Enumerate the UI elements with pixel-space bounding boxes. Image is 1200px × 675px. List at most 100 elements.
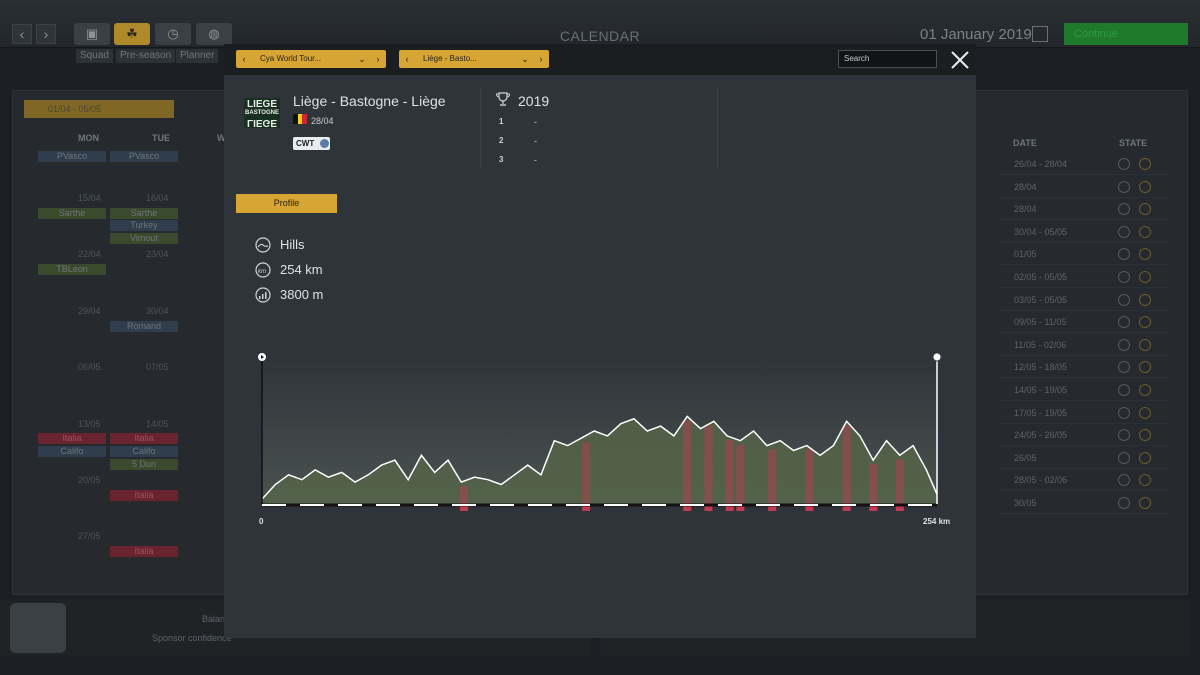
race-list-row[interactable]: 24/05 - 26/05	[1000, 424, 1170, 447]
race-list-row[interactable]: 14/05 - 19/05	[1000, 379, 1170, 401]
add-circle-icon[interactable]	[1139, 384, 1151, 396]
add-circle-icon[interactable]	[1139, 225, 1151, 238]
race-info-modal: ‹ Cya World Tour... ⌄ › ‹ Liège - Basto.…	[224, 44, 976, 638]
state-circle-icon[interactable]	[1118, 451, 1130, 464]
race-date-range: 02/05 - 05/05	[1014, 272, 1068, 282]
race-list-row[interactable]: 03/05 - 05/05	[1000, 289, 1170, 311]
race-chip[interactable]: Sarthe	[38, 208, 106, 219]
race-chip[interactable]: Italia	[110, 546, 178, 557]
race-list-row[interactable]: 01/05	[1000, 243, 1170, 266]
elevation-icon	[255, 287, 271, 303]
state-circle-icon[interactable]	[1118, 474, 1130, 487]
day-number: 27/05	[78, 531, 101, 541]
race-chip[interactable]: PVasco	[38, 151, 106, 162]
race-list-row[interactable]: 02/05 - 05/05	[1000, 266, 1170, 288]
race-chip[interactable]: Sarthe	[110, 208, 178, 219]
climb-marker	[895, 459, 904, 504]
stopwatch-icon[interactable]: ◷	[155, 23, 191, 45]
continue-button[interactable]: Continue	[1064, 23, 1188, 45]
add-circle-icon[interactable]	[1139, 451, 1151, 464]
chevron-right-icon[interactable]: ›	[535, 50, 547, 68]
chevron-left-icon[interactable]: ‹	[238, 50, 250, 68]
race-list-row[interactable]: 11/05 - 02/06	[1000, 334, 1170, 356]
subtab-squad[interactable]: Squad	[76, 49, 113, 63]
podium-position: 1	[499, 117, 504, 126]
state-circle-icon[interactable]	[1118, 338, 1130, 351]
chevron-left-icon[interactable]: ‹	[401, 50, 413, 68]
climb-marker	[869, 464, 878, 504]
add-circle-icon[interactable]	[1139, 474, 1151, 487]
race-chip[interactable]: 5 Dun	[110, 459, 178, 470]
subtab-preseason[interactable]: Pre-season	[116, 49, 176, 63]
svg-text:km: km	[258, 269, 266, 275]
podium-position: 2	[499, 136, 504, 145]
state-circle-icon[interactable]	[1118, 271, 1130, 283]
chevron-right-icon[interactable]: ›	[372, 50, 384, 68]
race-list-row[interactable]: 12/05 - 18/05	[1000, 356, 1170, 379]
race-date-range: 26/05	[1014, 452, 1037, 463]
race-dropdown[interactable]: ‹ Liège - Basto... ⌄ ›	[399, 50, 549, 68]
add-circle-icon[interactable]	[1139, 248, 1151, 261]
race-chip[interactable]: Italia	[110, 433, 178, 444]
state-circle-icon[interactable]	[1118, 361, 1130, 374]
chevron-down-icon[interactable]: ⌄	[356, 50, 368, 68]
race-list-row[interactable]: 30/05	[1000, 492, 1170, 514]
tour-dropdown[interactable]: ‹ Cya World Tour... ⌄ ›	[236, 50, 386, 68]
race-list-row[interactable]: 28/05 - 02/06	[1000, 469, 1170, 492]
tab-profile[interactable]: Profile	[236, 194, 337, 213]
race-chip[interactable]: Italia	[38, 433, 106, 444]
state-circle-icon[interactable]	[1118, 158, 1130, 170]
race-chip[interactable]: Califo	[38, 446, 106, 457]
add-circle-icon[interactable]	[1139, 158, 1151, 170]
globe-icon[interactable]: ◍	[196, 23, 232, 45]
add-circle-icon[interactable]	[1139, 203, 1151, 216]
race-chip[interactable]: Turkey	[110, 220, 178, 231]
calendar-icon[interactable]	[1032, 26, 1048, 42]
race-list-row[interactable]: 26/04 - 28/04	[1000, 153, 1170, 175]
race-list-row[interactable]: 17/05 - 19/05	[1000, 402, 1170, 424]
add-circle-icon[interactable]	[1139, 316, 1151, 329]
state-circle-icon[interactable]	[1118, 248, 1130, 261]
state-circle-icon[interactable]	[1118, 384, 1130, 396]
team-icon[interactable]: ☘	[114, 23, 150, 45]
state-circle-icon[interactable]	[1118, 225, 1130, 238]
race-chip[interactable]: Vimout	[110, 233, 178, 244]
race-list-row[interactable]: 30/04 - 05/05	[1000, 221, 1170, 243]
add-circle-icon[interactable]	[1139, 271, 1151, 283]
race-chip[interactable]: Italia	[110, 490, 178, 501]
week-selector[interactable]: 01/04 - 05/05	[24, 100, 174, 118]
climb-marker	[842, 425, 851, 504]
close-icon[interactable]	[948, 48, 972, 72]
add-circle-icon[interactable]	[1139, 180, 1151, 193]
add-circle-icon[interactable]	[1139, 338, 1151, 351]
race-chip[interactable]: PVasco	[110, 151, 178, 162]
state-circle-icon[interactable]	[1118, 316, 1130, 329]
subtab-planner[interactable]: Planner	[176, 49, 219, 63]
balance-label: Balan	[202, 614, 226, 624]
divider	[717, 88, 718, 168]
state-circle-icon[interactable]	[1118, 497, 1130, 509]
back-arrow-icon[interactable]: ‹	[12, 24, 32, 44]
race-list-row[interactable]: 28/04	[1000, 176, 1170, 198]
race-list-row[interactable]: 26/05	[1000, 447, 1170, 469]
forward-arrow-icon[interactable]: ›	[36, 24, 56, 44]
add-circle-icon[interactable]	[1139, 293, 1151, 306]
add-circle-icon[interactable]	[1139, 361, 1151, 374]
chevron-down-icon[interactable]: ⌄	[519, 50, 531, 68]
state-circle-icon[interactable]	[1118, 203, 1130, 216]
state-circle-icon[interactable]	[1118, 429, 1130, 442]
race-chip[interactable]: TBLeon	[38, 264, 106, 275]
add-circle-icon[interactable]	[1139, 429, 1151, 442]
race-list-row[interactable]: 28/04	[1000, 198, 1170, 221]
add-circle-icon[interactable]	[1139, 497, 1151, 509]
briefcase-icon[interactable]: ▣	[74, 23, 110, 45]
state-circle-icon[interactable]	[1118, 406, 1130, 419]
state-circle-icon[interactable]	[1118, 293, 1130, 306]
race-chip[interactable]: Califo	[110, 446, 178, 457]
terrain-value: Hills	[280, 237, 305, 252]
race-chip[interactable]: Romand	[110, 321, 178, 332]
race-list-row[interactable]: 09/05 - 11/05	[1000, 311, 1170, 334]
add-circle-icon[interactable]	[1139, 406, 1151, 419]
state-circle-icon[interactable]	[1118, 180, 1130, 193]
search-input[interactable]: Search	[838, 50, 937, 68]
